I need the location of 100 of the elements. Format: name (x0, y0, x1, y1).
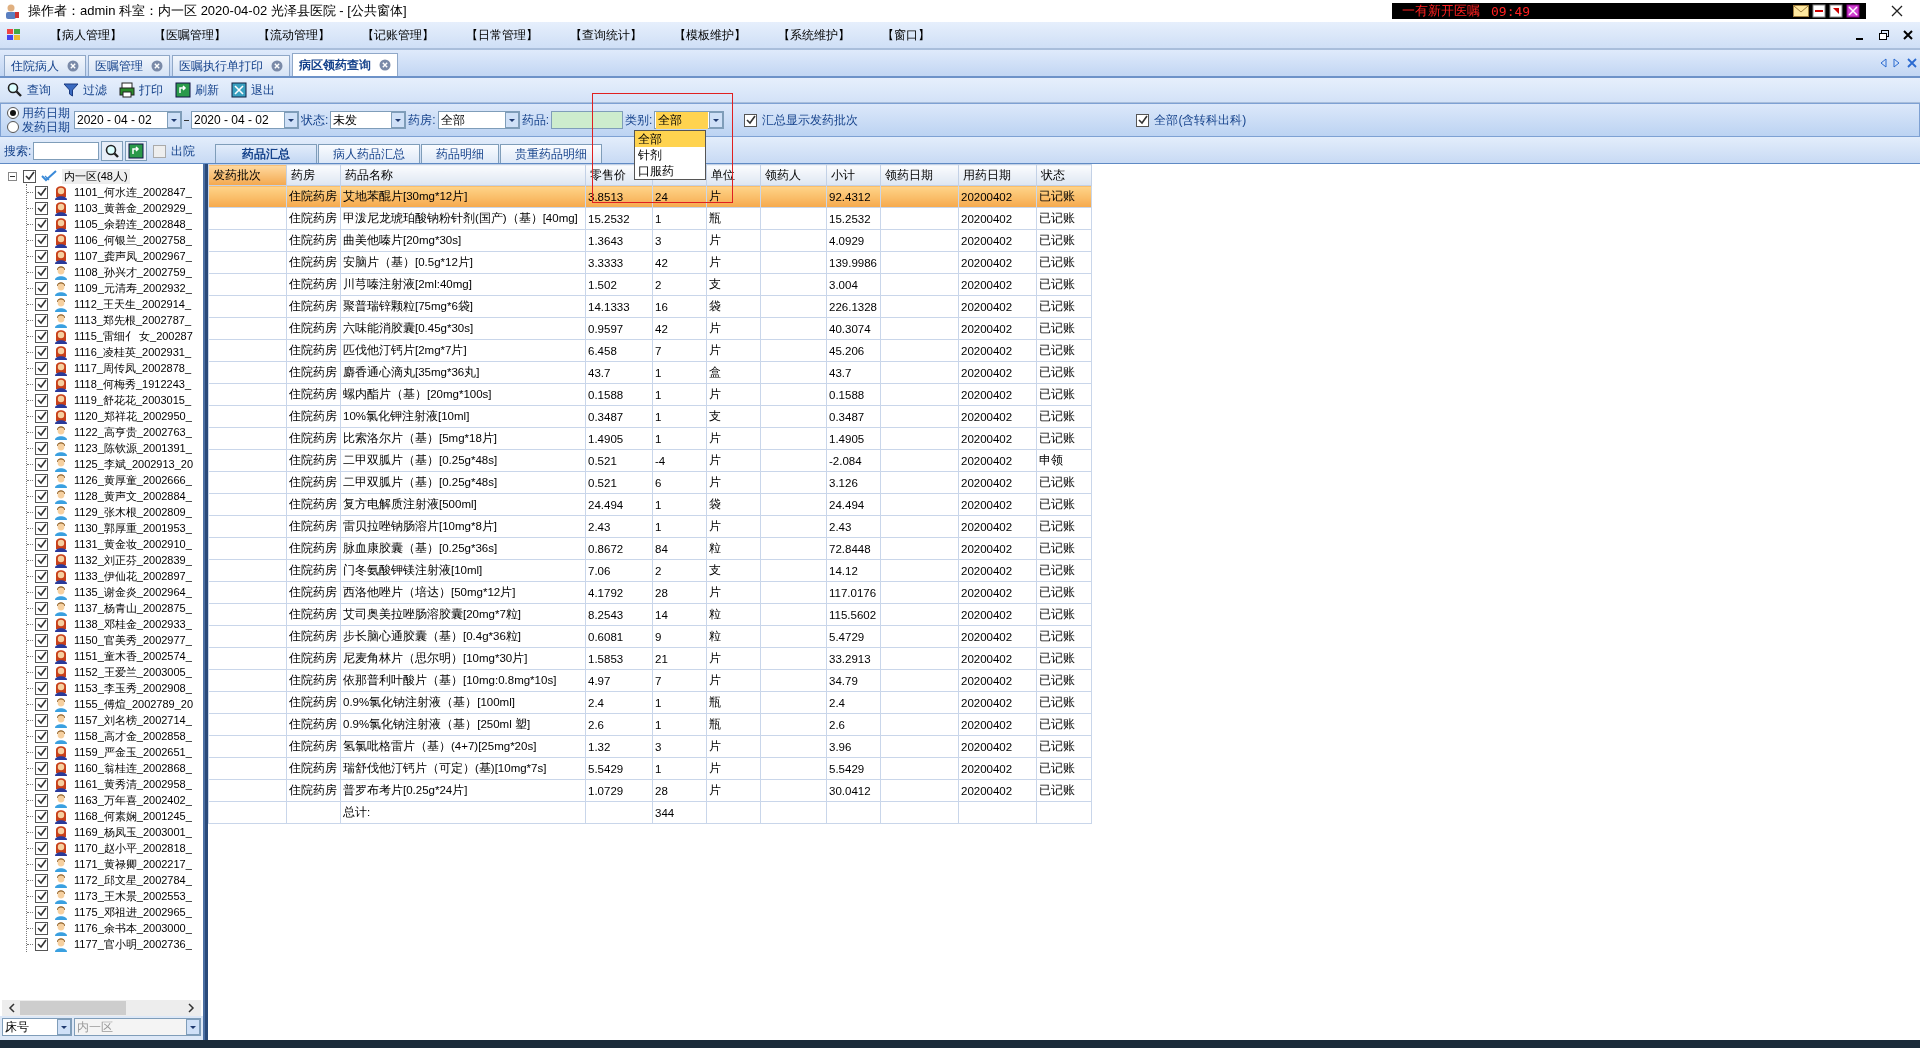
toolbar-button[interactable]: 打印 (116, 80, 166, 100)
checkbox[interactable] (35, 681, 48, 695)
tab[interactable]: 贵重药品明细 (500, 144, 602, 163)
collapse-icon[interactable] (8, 171, 17, 181)
checkbox[interactable] (35, 777, 48, 791)
checkbox[interactable] (35, 281, 48, 295)
checkbox[interactable] (35, 841, 48, 855)
row-selection-cell[interactable] (208, 207, 287, 230)
checkbox[interactable] (35, 441, 48, 455)
scrollbar-thumb[interactable] (20, 1001, 126, 1015)
drug-input-field[interactable] (551, 111, 624, 129)
tree-node[interactable]: 1170_赵小平_2002818_ (74, 840, 192, 856)
menu-item[interactable]: 【记账管理】 (362, 26, 434, 44)
column-header[interactable]: 小计 (826, 164, 881, 186)
tree-node[interactable]: 1177_官小明_2002736_ (74, 936, 192, 952)
checkbox[interactable] (35, 409, 48, 423)
checkbox[interactable] (35, 249, 48, 263)
minus-icon[interactable] (1812, 4, 1826, 18)
checkbox[interactable] (35, 761, 48, 775)
tree-node[interactable]: 1128_黄声文_2002884_ (74, 488, 192, 504)
checkbox[interactable] (35, 265, 48, 279)
tree-node[interactable]: 1155_傅煊_2002789_20 (74, 696, 194, 712)
row-selection-cell[interactable] (208, 603, 287, 626)
checkbox[interactable] (1136, 113, 1150, 127)
checkbox[interactable] (35, 889, 48, 903)
checkbox[interactable] (35, 553, 48, 567)
toolbar-button[interactable]: 退出 (228, 80, 278, 100)
dropdown-option[interactable]: 全部 (635, 131, 705, 147)
tree-node[interactable]: 1105_余碧连_2002848_ (74, 216, 192, 232)
menu-item[interactable]: 【窗口】 (882, 26, 930, 44)
checkbox[interactable] (35, 329, 48, 343)
tab[interactable]: 药品汇总 (215, 144, 317, 163)
checkbox[interactable] (35, 921, 48, 935)
tree-node[interactable]: 1173_王木景_2002553_ (74, 888, 192, 904)
row-selection-cell[interactable] (208, 559, 287, 582)
pharmacy-dropdown[interactable]: 全部 (437, 111, 520, 129)
row-selection-cell[interactable] (208, 471, 287, 494)
tree-node[interactable]: 1117_周传凤_2002878_ (74, 360, 191, 376)
tree-node[interactable]: 内一区(48人) (62, 168, 130, 184)
date-field[interactable]: 2020 - 04 - 02 (74, 111, 182, 129)
tab[interactable]: 住院病人 (4, 55, 86, 76)
checkbox[interactable] (35, 537, 48, 551)
restore-icon[interactable] (1878, 29, 1890, 41)
tree-node[interactable]: 1116_凌桂英_2002931_ (74, 344, 191, 360)
checkbox[interactable] (35, 745, 48, 759)
checkbox[interactable] (35, 873, 48, 887)
tree-node[interactable]: 1118_何梅秀_1912243_ (74, 376, 191, 392)
close-icon[interactable] (1846, 4, 1860, 18)
menu-item[interactable]: 【流动管理】 (258, 26, 330, 44)
tree-node[interactable]: 1150_官美秀_2002977_ (74, 632, 192, 648)
checkbox[interactable] (35, 793, 48, 807)
row-selection-cell[interactable] (208, 295, 287, 318)
menu-item[interactable]: 【系统维护】 (778, 26, 850, 44)
tree-node[interactable]: 1122_高亨贵_2002763_ (74, 424, 192, 440)
row-selection-cell[interactable] (208, 625, 287, 648)
dropdown-option[interactable]: 针剂 (635, 147, 705, 163)
checkbox[interactable] (35, 457, 48, 471)
menu-item[interactable]: 【查询统计】 (570, 26, 642, 44)
row-selection-cell[interactable] (208, 713, 287, 736)
tree-node[interactable]: 1123_陈钦源_2001391_ (74, 440, 192, 456)
checkbox[interactable] (35, 313, 48, 327)
column-header[interactable]: 药品名称 (340, 164, 586, 186)
search-button[interactable] (101, 141, 124, 161)
tree-node[interactable]: 1159_严金玉_2002651_ (74, 744, 192, 760)
tree-node[interactable]: 1137_杨青山_2002875_ (74, 600, 192, 616)
checkbox[interactable] (35, 361, 48, 375)
menu-item[interactable]: 【日常管理】 (466, 26, 538, 44)
tree-node[interactable]: 1153_李玉秀_2002908_ (74, 680, 192, 696)
checkbox[interactable] (35, 201, 48, 215)
scroll-right-icon[interactable] (187, 1003, 195, 1013)
sort-dropdown[interactable]: 床号 (2, 1018, 72, 1036)
tree-node[interactable]: 1133_伊仙花_2002897_ (74, 568, 192, 584)
checkbox[interactable] (35, 713, 48, 727)
tab[interactable]: 药品明细 (421, 144, 499, 163)
tab[interactable]: 病区领药查询 (292, 53, 398, 76)
toolbar-button[interactable]: 刷新 (172, 80, 222, 100)
app-menu-icon[interactable] (6, 28, 22, 42)
tree-node[interactable]: 1158_高才金_2002858_ (74, 728, 192, 744)
tree-node[interactable]: 1172_邱文星_2002784_ (74, 872, 192, 888)
checkbox[interactable] (35, 649, 48, 663)
tree-node[interactable]: 1113_郑先根_2002787_ (74, 312, 191, 328)
tree-node[interactable]: 1160_翁桂连_2002868_ (74, 760, 192, 776)
menu-item[interactable]: 【模板维护】 (674, 26, 746, 44)
tree-node[interactable]: 1175_邓祖进_2002965_ (74, 904, 192, 920)
checkbox[interactable] (35, 905, 48, 919)
tree-node[interactable]: 1109_元清寿_2002932_ (74, 280, 192, 296)
row-selection-cell[interactable] (208, 537, 287, 560)
row-selection-cell[interactable] (208, 251, 287, 274)
column-header[interactable]: 状态 (1036, 164, 1092, 186)
radio-button[interactable] (7, 107, 19, 119)
tree-node[interactable]: 1112_王天生_2002914_ (74, 296, 191, 312)
column-header[interactable]: 领药人 (760, 164, 827, 186)
row-selection-cell[interactable] (208, 735, 287, 758)
checkbox[interactable] (153, 144, 167, 158)
tree-node[interactable]: 1119_舒花花_2003015_ (74, 392, 191, 408)
checkbox[interactable] (35, 505, 48, 519)
tree-node[interactable]: 1161_黄秀清_2002958_ (74, 776, 192, 792)
checkbox[interactable] (35, 937, 48, 951)
tree-node[interactable]: 1171_黄禄卿_2002217_ (74, 856, 192, 872)
tree-node[interactable]: 1169_杨凤玉_2003001_ (74, 824, 192, 840)
